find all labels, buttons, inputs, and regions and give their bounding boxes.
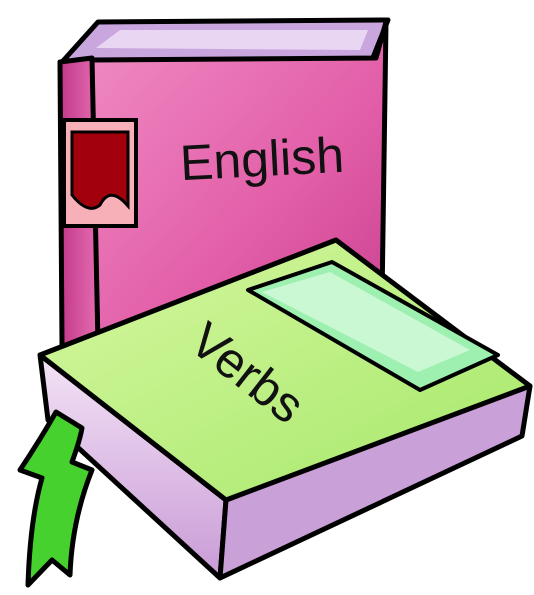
english-book-title: English	[179, 127, 346, 192]
spine-label	[62, 118, 138, 228]
bookmark-ribbon-icon	[17, 409, 95, 588]
books-illustration: English Verbs	[17, 17, 533, 588]
